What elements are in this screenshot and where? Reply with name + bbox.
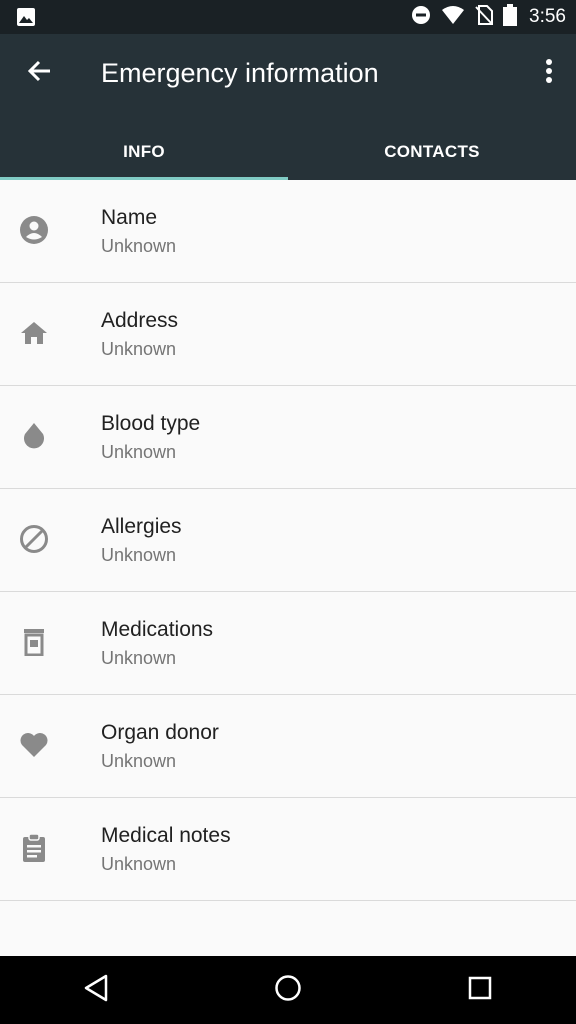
medication-icon	[18, 626, 50, 658]
heart-icon	[18, 729, 50, 761]
info-list: Name Unknown Address Unknown Blood type …	[0, 180, 576, 901]
home-icon	[274, 974, 302, 1007]
navigation-bar	[0, 956, 576, 1024]
list-item-name[interactable]: Name Unknown	[0, 180, 576, 283]
item-label: Organ donor	[101, 721, 219, 744]
tab-info[interactable]: INFO	[0, 124, 288, 180]
app-bar: Emergency information INFO CONTACTS	[0, 34, 576, 180]
no-sim-icon	[475, 4, 494, 30]
arrow-back-icon	[26, 58, 52, 89]
status-bar: 3:56	[0, 0, 576, 34]
recents-icon	[467, 975, 493, 1006]
list-item-organ-donor[interactable]: Organ donor Unknown	[0, 695, 576, 798]
tab-bar: INFO CONTACTS	[0, 124, 576, 180]
more-vert-icon	[545, 58, 553, 89]
nav-recents-button[interactable]	[440, 956, 520, 1024]
battery-icon	[503, 3, 518, 31]
do-not-disturb-icon	[411, 5, 431, 30]
item-label: Address	[101, 309, 179, 332]
tab-contacts[interactable]: CONTACTS	[288, 124, 576, 180]
drop-icon	[18, 420, 50, 452]
item-label: Medications	[101, 618, 214, 641]
block-icon	[18, 523, 50, 555]
home-icon	[18, 317, 50, 349]
page-title: Emergency information	[101, 58, 379, 88]
person-icon	[18, 214, 50, 246]
item-value: Unknown	[101, 442, 177, 462]
item-value: Unknown	[101, 854, 177, 874]
list-item-medical-notes[interactable]: Medical notes Unknown	[0, 798, 576, 901]
list-item-allergies[interactable]: Allergies Unknown	[0, 489, 576, 592]
status-time: 3:56	[529, 6, 566, 27]
item-label: Blood type	[101, 412, 201, 435]
item-value: Unknown	[101, 236, 177, 256]
list-item-medications[interactable]: Medications Unknown	[0, 592, 576, 695]
list-item-blood-type[interactable]: Blood type Unknown	[0, 386, 576, 489]
clipboard-icon	[18, 832, 50, 864]
overflow-menu-button[interactable]	[540, 56, 558, 90]
image-icon	[16, 7, 36, 27]
item-value: Unknown	[101, 339, 177, 359]
nav-back-button[interactable]	[56, 956, 136, 1024]
item-label: Medical notes	[101, 824, 231, 847]
back-button[interactable]	[22, 56, 56, 90]
back-icon	[83, 974, 109, 1007]
nav-home-button[interactable]	[248, 956, 328, 1024]
item-value: Unknown	[101, 751, 177, 771]
item-label: Allergies	[101, 515, 182, 538]
item-value: Unknown	[101, 648, 177, 668]
item-value: Unknown	[101, 545, 177, 565]
wifi-icon	[441, 5, 465, 30]
list-item-address[interactable]: Address Unknown	[0, 283, 576, 386]
item-label: Name	[101, 206, 158, 229]
